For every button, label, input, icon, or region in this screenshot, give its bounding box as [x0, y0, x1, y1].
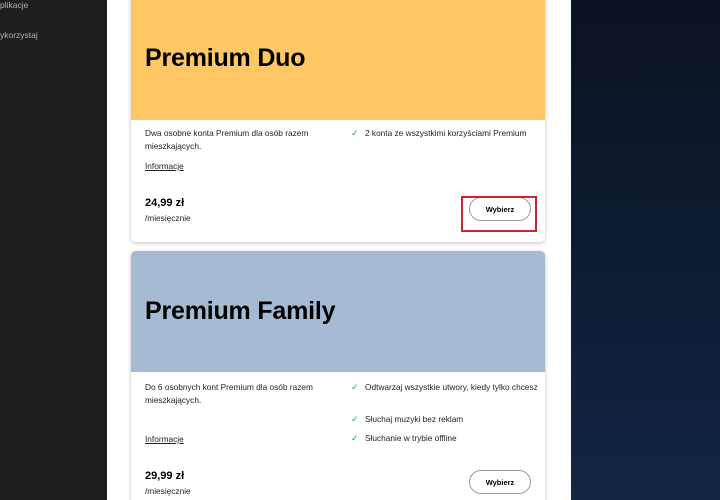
- check-icon: ✓: [351, 382, 359, 392]
- feature-item: ✓ Słuchanie w trybie offline: [351, 432, 541, 445]
- plan-body: Do 6 osobnych kont Premium dla osób raze…: [131, 372, 545, 500]
- plan-header: Premium Duo: [131, 0, 545, 120]
- info-link[interactable]: Informacje: [145, 434, 184, 444]
- highlight-box: [461, 196, 537, 232]
- plan-price: 24,99 zł: [145, 197, 185, 209]
- plan-description: Do 6 osobnych kont Premium dla osób raze…: [145, 382, 313, 405]
- sidebar-item-redeem[interactable]: ykorzystaj: [0, 30, 38, 40]
- check-icon: ✓: [351, 433, 359, 443]
- feature-text: Słuchaj muzyki bez reklam: [365, 414, 464, 424]
- plans-content: Premium Duo Dwa osobne konta Premium dla…: [107, 0, 571, 500]
- plan-title: Premium Duo: [145, 44, 306, 72]
- right-background: [571, 0, 720, 500]
- feature-text: 2 konta ze wszystkimi korzyściami Premiu…: [365, 128, 527, 138]
- feature-item: ✓ 2 konta ze wszystkimi korzyściami Prem…: [351, 127, 541, 140]
- feature-item: ✓ Słuchaj muzyki bez reklam: [351, 413, 541, 426]
- feature-text: Odtwarzaj wszystkie utwory, kiedy tylko …: [365, 382, 538, 392]
- check-icon: ✓: [351, 128, 359, 138]
- select-plan-button[interactable]: Wybierz: [469, 470, 531, 494]
- plan-header: Premium Family: [131, 251, 545, 372]
- left-sidebar: plikacje ykorzystaj: [0, 0, 107, 500]
- plan-period: /miesięcznie: [145, 213, 191, 223]
- plan-description: Dwa osobne konta Premium dla osób razem …: [145, 128, 309, 151]
- plan-period: /miesięcznie: [145, 486, 191, 496]
- feature-text: Słuchanie w trybie offline: [365, 433, 457, 443]
- sidebar-item-apps[interactable]: plikacje: [0, 0, 28, 10]
- plan-price: 29,99 zł: [145, 470, 185, 482]
- plan-card-premium-family: Premium Family Do 6 osobnych kont Premiu…: [131, 251, 545, 500]
- feature-item: ✓ Odtwarzaj wszystkie utwory, kiedy tylk…: [351, 381, 541, 394]
- info-link[interactable]: Informacje: [145, 161, 184, 171]
- check-icon: ✓: [351, 414, 359, 424]
- plan-title: Premium Family: [145, 297, 336, 325]
